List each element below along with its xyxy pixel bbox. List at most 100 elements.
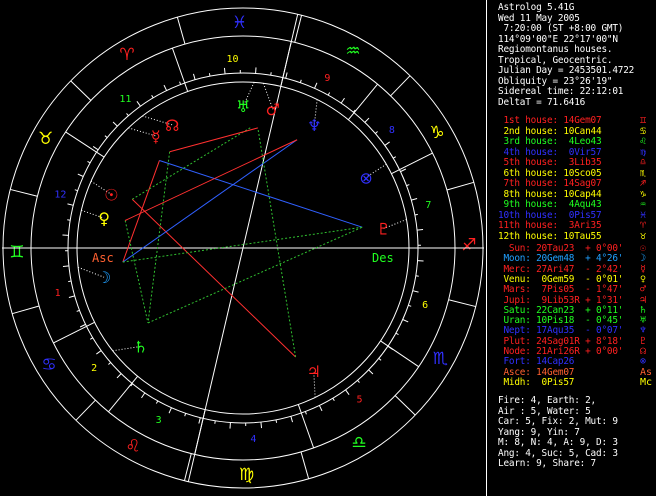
house-number: 6 [422, 300, 428, 311]
degree-tick [155, 400, 159, 404]
degree-tick [357, 379, 360, 383]
ascendant-label: Asc [92, 251, 114, 265]
house-cusp-row: 9th house: 4Aqu43 [498, 199, 602, 210]
zodiac-sign-icon: ♐ [461, 236, 476, 256]
planet-glyph-icon: ♃ [307, 362, 321, 381]
planet-glyph-icon: ♆ [640, 325, 647, 337]
degree-tick [87, 160, 91, 164]
sign-divider [75, 399, 96, 421]
planet-glyph-icon: ♅ [236, 97, 250, 116]
degree-tick [62, 265, 69, 268]
header-line: DeltaT = 71.6416 [498, 96, 586, 108]
zodiac-sign-icon: ♋ [640, 125, 647, 137]
degree-tick [412, 290, 419, 293]
house-cusp-row: 11th house: 3Ari35 [498, 220, 602, 231]
house-cusp-line [65, 131, 105, 158]
planet-row: Jupi: 9Lib53R + 1°31' [498, 294, 624, 306]
stats-line: Learn: 9, Share: 7 [498, 458, 596, 469]
degree-tick [411, 197, 418, 201]
degree-tick [332, 397, 335, 402]
degree-tick [92, 146, 99, 151]
planet-glyph-icon: Mc [640, 376, 653, 388]
sign-divider [446, 181, 474, 191]
header-line: Julian Day = 2453501.4722 [498, 65, 635, 76]
degree-tick [402, 319, 409, 323]
degree-tick [364, 117, 370, 123]
degree-tick [192, 73, 196, 80]
header-line: Regiomontanus houses. [498, 44, 613, 55]
house-number: 10 [227, 54, 239, 65]
planet-glyph-icon: ☽ [640, 253, 647, 265]
degree-tick [368, 369, 374, 375]
house-cusp-line [347, 83, 378, 121]
house-cusp-row: 3rd house: 4Leo43 [498, 136, 602, 147]
sign-divider [10, 188, 38, 197]
planet-row: Mars: 7Pis05 - 1°47' [498, 284, 624, 296]
degree-tick [79, 323, 86, 328]
degree-tick [327, 92, 331, 96]
house-cusp-row: 4th house: 0Vir57 [498, 146, 602, 158]
planet-glyph-icon: ☽ [97, 268, 111, 287]
house-number: 2 [91, 363, 97, 374]
degree-tick [179, 81, 182, 85]
zodiac-sign-icon: ♎ [351, 433, 366, 453]
house-number: 8 [389, 125, 395, 136]
zodiac-sign-icon: ♊ [9, 242, 24, 262]
sign-divider [394, 395, 416, 416]
stats-line: Air : 5, Water: 5 [498, 405, 591, 417]
stats-line: Fire: 4, Earth: 2, [498, 395, 596, 406]
degree-tick [151, 94, 154, 99]
stats-line: Ang: 4, Suc: 5, Cad: 3 [498, 447, 618, 459]
zodiac-sign-icon: ♓ [232, 13, 247, 33]
degree-tick [392, 156, 397, 159]
zodiac-sign-icon: ♐ [640, 178, 647, 189]
header-line: Astrolog 5.41G [498, 2, 575, 13]
stats-line: M: 8, N: 4, A: 9, D: 3 [498, 437, 618, 448]
stats-line: Car: 5, Fix: 2, Mut: 9 [498, 416, 618, 427]
header-line: 7:20:00 (ST +8:00 GMT) [498, 23, 624, 34]
planet-glyph-icon: ☊ [165, 116, 179, 135]
planet-glyph-icon: ♀ [98, 209, 110, 228]
header-line: Tropical, Geocentric. [498, 54, 613, 66]
zodiac-sign-icon: ♊ [640, 115, 647, 126]
zodiac-sign-icon: ♍ [640, 146, 647, 158]
house-cusp-line [108, 375, 139, 413]
degree-tick [108, 362, 112, 365]
degree-tick [345, 389, 350, 395]
degree-tick [76, 309, 80, 312]
chart-wheel: ♈♉♊♋♌♍♎♏♐♑♒♓123456789101112Asc Des☉☽☿♀♂♃♄… [2, 7, 484, 489]
zodiac-sign-icon: ♏ [433, 349, 448, 369]
sign-divider [390, 75, 411, 97]
house-number: 5 [357, 395, 363, 406]
house-number: 1 [55, 288, 61, 299]
degree-tick [260, 422, 263, 429]
degree-tick [304, 411, 307, 415]
degree-tick [74, 189, 78, 192]
degree-tick [406, 184, 410, 187]
planet-glyph-icon: ♇ [376, 220, 390, 239]
degree-tick [285, 72, 288, 79]
house-cusp-row: 7th house: 14Sag07 [498, 178, 602, 189]
house-cusp-row: 1st house: 14Gem07 [498, 115, 602, 126]
aspect-line [122, 139, 298, 263]
zodiac-sign-icon: ♒ [345, 42, 360, 62]
zodiac-sign-icon: ♈ [640, 220, 647, 231]
planet-glyph-icon: ☉ [104, 186, 118, 205]
planet-row: Fort: 14Cap26 [498, 356, 586, 368]
zodiac-sign-icon: ♌ [125, 436, 140, 456]
degree-tick [408, 304, 412, 307]
planet-glyph-icon: ♄ [133, 337, 147, 356]
house-cusp-row: 12th house: 10Tau55 [498, 230, 602, 242]
house-cusp-line [53, 321, 95, 344]
house-number: 9 [324, 73, 330, 84]
planet-glyph-icon: ♆ [307, 116, 321, 135]
zodiac-sign-icon: ♉ [640, 230, 647, 242]
zodiac-sign-icon: ♌ [640, 136, 647, 147]
panel-divider [486, 0, 487, 496]
degree-tick [417, 228, 424, 231]
house-number: 7 [425, 200, 431, 211]
degree-tick [67, 203, 74, 206]
descendant-label: Des [372, 251, 394, 265]
degree-tick [77, 173, 84, 177]
degree-tick [384, 141, 390, 146]
